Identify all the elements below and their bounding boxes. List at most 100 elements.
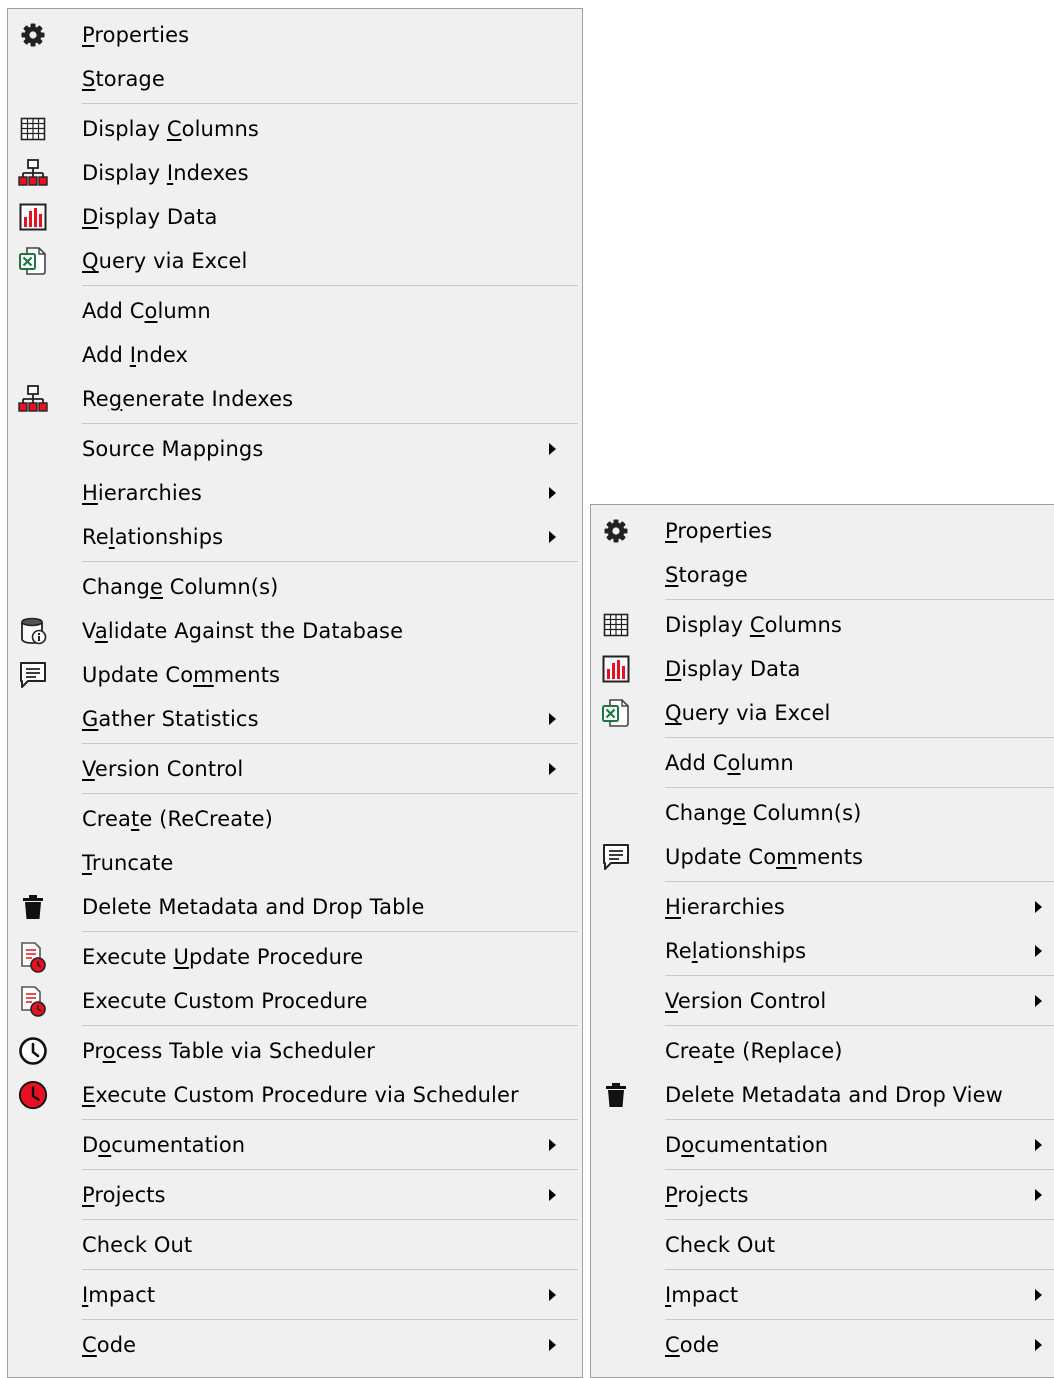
grid-icon xyxy=(601,611,631,639)
menu-item-display-data[interactable]: Display Data xyxy=(591,647,1054,691)
menu-item-documentation[interactable]: Documentation xyxy=(591,1123,1054,1167)
menu-item-projects[interactable]: Projects xyxy=(8,1173,582,1217)
menu-item-add-index[interactable]: Add Index xyxy=(8,333,582,377)
menu-item-execute-update-procedure[interactable]: Execute Update Procedure xyxy=(8,935,582,979)
menu-separator xyxy=(82,1319,578,1320)
menu-item-version-control[interactable]: Version Control xyxy=(591,979,1054,1023)
menu-separator xyxy=(665,599,1054,600)
menu-item-add-column[interactable]: Add Column xyxy=(591,741,1054,785)
menu-item-display-columns[interactable]: Display Columns xyxy=(591,603,1054,647)
menu-item-impact[interactable]: Impact xyxy=(8,1273,582,1317)
menu-item-label: Query via Excel xyxy=(665,701,831,725)
menu-item-execute-custom-procedure[interactable]: Execute Custom Procedure xyxy=(8,979,582,1023)
excel-icon xyxy=(601,699,631,727)
submenu-arrow-icon xyxy=(549,1339,556,1351)
menu-item-version-control[interactable]: Version Control xyxy=(8,747,582,791)
menu-item-label: Hierarchies xyxy=(82,481,202,505)
menu-item-label: Storage xyxy=(665,563,748,587)
menu-item-label: Relationships xyxy=(665,939,807,963)
menu-item-update-comments[interactable]: Update Comments xyxy=(8,653,582,697)
menu-item-delete-metadata-and-drop-table[interactable]: Delete Metadata and Drop Table xyxy=(8,885,582,929)
table-context-menu: Properties Storage Display Columns Displa… xyxy=(7,8,583,1378)
hierarchy-icon xyxy=(18,159,48,187)
menu-separator xyxy=(82,931,578,932)
menu-item-create-recreate[interactable]: Create (ReCreate) xyxy=(8,797,582,841)
submenu-arrow-icon xyxy=(1035,945,1042,957)
menu-item-display-data[interactable]: Display Data xyxy=(8,195,582,239)
menu-item-truncate[interactable]: Truncate xyxy=(8,841,582,885)
menu-item-source-mappings[interactable]: Source Mappings xyxy=(8,427,582,471)
menu-item-label: Storage xyxy=(82,67,165,91)
menu-item-relationships[interactable]: Relationships xyxy=(8,515,582,559)
menu-item-code[interactable]: Code xyxy=(591,1323,1054,1367)
comment-icon xyxy=(18,661,48,689)
menu-separator xyxy=(82,743,578,744)
menu-item-relationships[interactable]: Relationships xyxy=(591,929,1054,973)
menu-separator xyxy=(665,1119,1054,1120)
menu-item-label: Change Column(s) xyxy=(82,575,279,599)
menu-item-gather-statistics[interactable]: Gather Statistics xyxy=(8,697,582,741)
menu-item-label: Documentation xyxy=(82,1133,246,1157)
grid-icon xyxy=(18,115,48,143)
menu-item-label: Properties xyxy=(82,23,190,47)
menu-item-display-columns[interactable]: Display Columns xyxy=(8,107,582,151)
menu-separator xyxy=(665,1319,1054,1320)
menu-separator xyxy=(82,423,578,424)
menu-item-documentation[interactable]: Documentation xyxy=(8,1123,582,1167)
menu-item-create-replace[interactable]: Create (Replace) xyxy=(591,1029,1054,1073)
menu-item-process-table-via-scheduler[interactable]: Process Table via Scheduler xyxy=(8,1029,582,1073)
menu-separator xyxy=(665,1025,1054,1026)
menu-item-projects[interactable]: Projects xyxy=(591,1173,1054,1217)
menu-item-label: Display Data xyxy=(82,205,218,229)
menu-item-code[interactable]: Code xyxy=(8,1323,582,1367)
menu-item-label: Regenerate Indexes xyxy=(82,387,294,411)
menu-item-properties[interactable]: Properties xyxy=(591,509,1054,553)
menu-item-label: Gather Statistics xyxy=(82,707,259,731)
gear-icon xyxy=(601,517,631,545)
menu-item-change-columns[interactable]: Change Column(s) xyxy=(591,791,1054,835)
menu-item-label: Code xyxy=(82,1333,137,1357)
menu-item-label: Version Control xyxy=(665,989,827,1013)
menu-item-impact[interactable]: Impact xyxy=(591,1273,1054,1317)
menu-item-add-column[interactable]: Add Column xyxy=(8,289,582,333)
menu-item-update-comments[interactable]: Update Comments xyxy=(591,835,1054,879)
menu-item-query-via-excel[interactable]: Query via Excel xyxy=(591,691,1054,735)
submenu-arrow-icon xyxy=(1035,995,1042,1007)
submenu-arrow-icon xyxy=(1035,1189,1042,1201)
menu-item-label: Add Column xyxy=(82,299,211,323)
menu-item-display-indexes[interactable]: Display Indexes xyxy=(8,151,582,195)
procedure-run-icon xyxy=(18,986,48,1017)
menu-separator xyxy=(665,787,1054,788)
menu-separator xyxy=(82,1119,578,1120)
menu-item-label: Relationships xyxy=(82,525,224,549)
menu-item-hierarchies[interactable]: Hierarchies xyxy=(8,471,582,515)
gear-icon xyxy=(18,21,48,49)
menu-item-regenerate-indexes[interactable]: Regenerate Indexes xyxy=(8,377,582,421)
menu-item-validate-against-the-database[interactable]: Validate Against the Database xyxy=(8,609,582,653)
menu-item-check-out[interactable]: Check Out xyxy=(591,1223,1054,1267)
menu-item-label: Version Control xyxy=(82,757,244,781)
menu-item-label: Add Column xyxy=(665,751,794,775)
menu-item-check-out[interactable]: Check Out xyxy=(8,1223,582,1267)
menu-item-query-via-excel[interactable]: Query via Excel xyxy=(8,239,582,283)
menu-item-label: Create (Replace) xyxy=(665,1039,843,1063)
submenu-arrow-icon xyxy=(549,1139,556,1151)
menu-item-storage[interactable]: Storage xyxy=(591,553,1054,597)
menu-item-delete-metadata-and-drop-view[interactable]: Delete Metadata and Drop View xyxy=(591,1073,1054,1117)
menu-separator xyxy=(665,1219,1054,1220)
submenu-arrow-icon xyxy=(549,763,556,775)
menu-item-label: Process Table via Scheduler xyxy=(82,1039,375,1063)
menu-item-label: Create (ReCreate) xyxy=(82,807,273,831)
menu-item-label: Source Mappings xyxy=(82,437,264,461)
menu-item-hierarchies[interactable]: Hierarchies xyxy=(591,885,1054,929)
submenu-arrow-icon xyxy=(549,1289,556,1301)
menu-item-label: Impact xyxy=(82,1283,156,1307)
menu-item-execute-custom-procedure-via-scheduler[interactable]: Execute Custom Procedure via Scheduler xyxy=(8,1073,582,1117)
clock-icon xyxy=(18,1037,48,1065)
menu-item-properties[interactable]: Properties xyxy=(8,13,582,57)
menu-item-label: Documentation xyxy=(665,1133,829,1157)
menu-item-label: Display Indexes xyxy=(82,161,249,185)
menu-item-storage[interactable]: Storage xyxy=(8,57,582,101)
menu-item-change-columns[interactable]: Change Column(s) xyxy=(8,565,582,609)
menu-item-label: Update Comments xyxy=(82,663,281,687)
